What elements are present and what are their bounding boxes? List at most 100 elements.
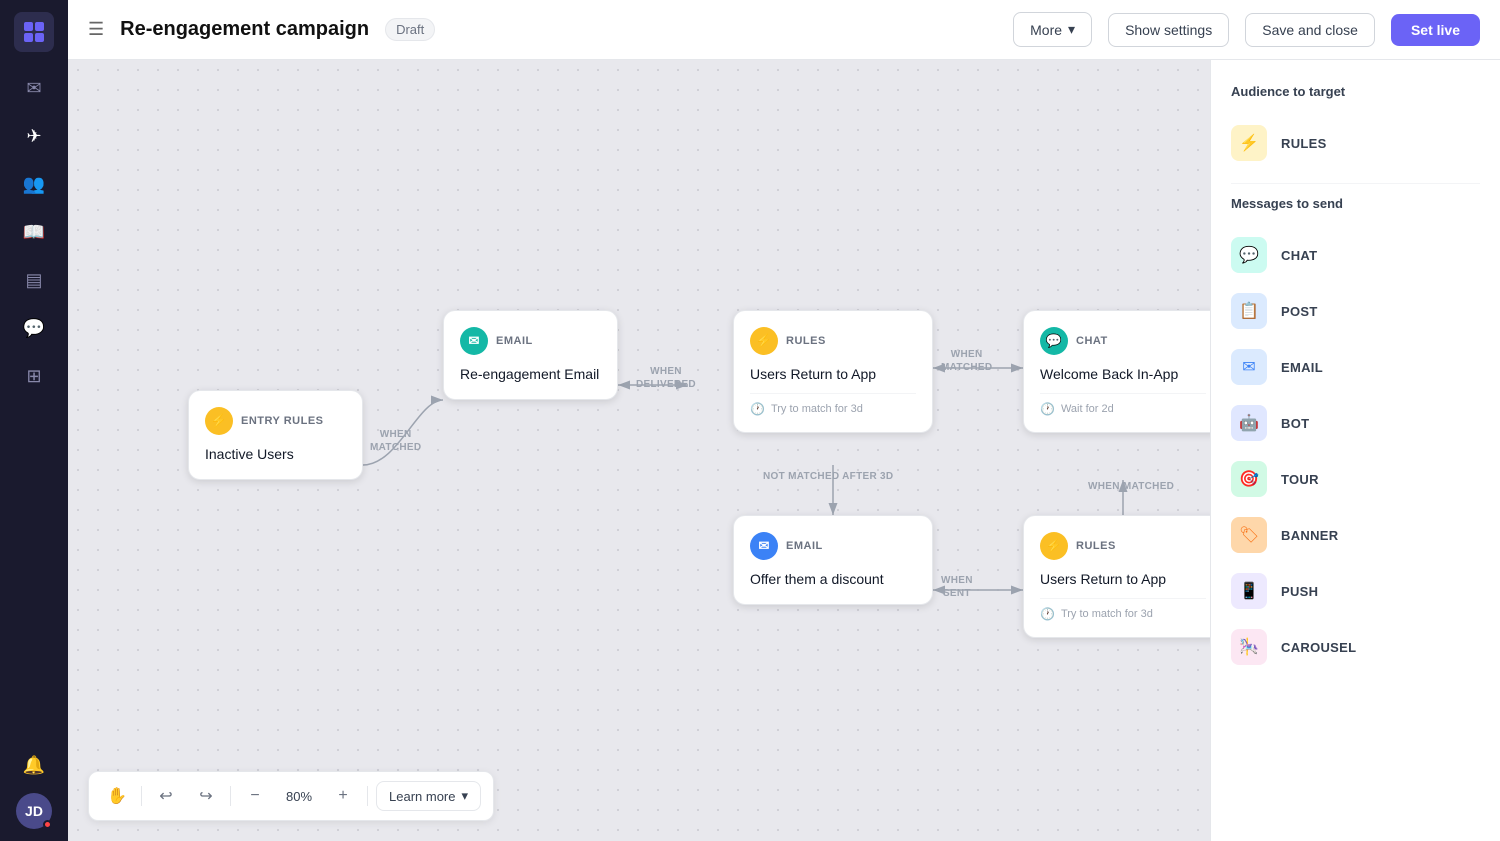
rules1-icon: ⚡	[750, 327, 778, 355]
push-panel-label: PUSH	[1281, 584, 1318, 599]
learn-more-button[interactable]: Learn more ▾	[376, 781, 481, 811]
sidebar-item-add-apps[interactable]: ⊞	[14, 356, 54, 396]
canvas[interactable]: ⚡ ENTRY RULES Inactive Users ✉ EMAIL Re-…	[68, 60, 1210, 841]
header: ☰ Re-engagement campaign Draft More ▾ Sh…	[68, 0, 1500, 60]
connector-when-matched-2: WHENMATCHED	[941, 348, 992, 374]
rules2-clock-icon: 🕐	[1040, 607, 1055, 621]
panel-item-push[interactable]: 📱 PUSH	[1231, 563, 1480, 619]
panel-item-post[interactable]: 📋 POST	[1231, 283, 1480, 339]
app-logo[interactable]	[14, 12, 54, 52]
rules1-footer: 🕐 Try to match for 3d	[750, 393, 916, 416]
connector-when-sent: WHENSENT	[941, 574, 973, 600]
panel-item-chat[interactable]: 💬 CHAT	[1231, 227, 1480, 283]
banner-panel-icon: 🏷	[1231, 517, 1267, 553]
rules1-title: Users Return to App	[750, 365, 916, 383]
entry-node-title: Inactive Users	[205, 445, 346, 463]
sidebar-item-inbox[interactable]: ✉	[14, 68, 54, 108]
email1-icon: ✉	[460, 327, 488, 355]
chat-icon: 💬	[1040, 327, 1068, 355]
chat-type: CHAT	[1076, 335, 1108, 347]
rules2-header: ⚡ RULES	[1040, 532, 1206, 560]
content-area: ⚡ ENTRY RULES Inactive Users ✉ EMAIL Re-…	[68, 60, 1500, 841]
bottom-toolbar: ✋ ↩ ↪ − 80% + Learn more ▾	[88, 771, 494, 821]
carousel-panel-label: CAROUSEL	[1281, 640, 1356, 655]
chat-node[interactable]: 💬 CHAT Welcome Back In-App 🕐 Wait for 2d	[1023, 310, 1210, 433]
sidebar: ✉ ✈ 👥 📖 ▤ 💬 ⊞ 🔔 JD	[0, 0, 68, 841]
tour-panel-icon: 🎯	[1231, 461, 1267, 497]
zoom-out-button[interactable]: −	[239, 780, 271, 812]
status-badge: Draft	[385, 18, 435, 41]
email-node-1[interactable]: ✉ EMAIL Re-engagement Email	[443, 310, 618, 400]
rules1-header: ⚡ RULES	[750, 327, 916, 355]
entry-node-type: ENTRY RULES	[241, 415, 324, 427]
post-panel-icon: 📋	[1231, 293, 1267, 329]
bot-panel-label: BOT	[1281, 416, 1309, 431]
redo-button[interactable]: ↪	[190, 780, 222, 812]
rules-node-1[interactable]: ⚡ RULES Users Return to App 🕐 Try to mat…	[733, 310, 933, 433]
connector-not-matched: NOT MATCHED AFTER 3D	[763, 470, 893, 483]
page-title: Re-engagement campaign	[120, 18, 369, 41]
tour-panel-label: TOUR	[1281, 472, 1319, 487]
chat-footer: 🕐 Wait for 2d	[1040, 393, 1206, 416]
rules2-title: Users Return to App	[1040, 570, 1206, 588]
panel-item-email[interactable]: ✉ EMAIL	[1231, 339, 1480, 395]
connector-when-matched-1: WHENMATCHED	[370, 428, 421, 454]
panel-divider	[1231, 183, 1480, 184]
entry-node[interactable]: ⚡ ENTRY RULES Inactive Users	[188, 390, 363, 480]
sidebar-item-campaigns[interactable]: ✈	[14, 116, 54, 156]
carousel-panel-icon: 🎠	[1231, 629, 1267, 665]
banner-panel-label: BANNER	[1281, 528, 1338, 543]
email-panel-icon: ✉	[1231, 349, 1267, 385]
panel-item-carousel[interactable]: 🎠 CAROUSEL	[1231, 619, 1480, 675]
connector-when-delivered: WHENDELIVERED	[636, 365, 696, 391]
email-node-2[interactable]: ✉ EMAIL Offer them a discount	[733, 515, 933, 605]
wait-clock-icon: 🕐	[1040, 402, 1055, 416]
audience-title: Audience to target	[1231, 84, 1480, 99]
panel-item-tour[interactable]: 🎯 TOUR	[1231, 451, 1480, 507]
rules-panel-icon: ⚡	[1231, 125, 1267, 161]
avatar[interactable]: JD	[16, 793, 52, 829]
panel-item-bot[interactable]: 🤖 BOT	[1231, 395, 1480, 451]
email2-header: ✉ EMAIL	[750, 532, 916, 560]
clock-icon: 🕐	[750, 402, 765, 416]
connector-when-matched-3: WHEN MATCHED	[1088, 480, 1174, 493]
messages-title: Messages to send	[1231, 196, 1480, 211]
toolbar-divider-1	[141, 786, 142, 806]
set-live-button[interactable]: Set live	[1391, 14, 1480, 46]
bot-panel-icon: 🤖	[1231, 405, 1267, 441]
rules-panel-label: RULES	[1281, 136, 1327, 151]
save-close-button[interactable]: Save and close	[1245, 13, 1375, 47]
sidebar-item-contacts[interactable]: 👥	[14, 164, 54, 204]
rules1-type: RULES	[786, 335, 826, 347]
rules2-type: RULES	[1076, 540, 1116, 552]
rules2-footer: 🕐 Try to match for 3d	[1040, 598, 1206, 621]
rules-node-2[interactable]: ⚡ RULES Users Return to App 🕐 Try to mat…	[1023, 515, 1210, 638]
avatar-initials: JD	[25, 803, 43, 819]
sidebar-item-knowledge[interactable]: 📖	[14, 212, 54, 252]
chat-title: Welcome Back In-App	[1040, 365, 1206, 383]
right-panel: Audience to target ⚡ RULES Messages to s…	[1210, 60, 1500, 841]
email1-type: EMAIL	[496, 335, 533, 347]
entry-node-header: ⚡ ENTRY RULES	[205, 407, 346, 435]
panel-item-rules[interactable]: ⚡ RULES	[1231, 115, 1480, 171]
undo-button[interactable]: ↩	[150, 780, 182, 812]
show-settings-button[interactable]: Show settings	[1108, 13, 1229, 47]
panel-item-banner[interactable]: 🏷 BANNER	[1231, 507, 1480, 563]
email2-icon: ✉	[750, 532, 778, 560]
zoom-in-button[interactable]: +	[327, 780, 359, 812]
hand-tool-button[interactable]: ✋	[101, 780, 133, 812]
entry-node-icon: ⚡	[205, 407, 233, 435]
menu-icon[interactable]: ☰	[88, 19, 104, 40]
learn-more-chevron-icon: ▾	[461, 788, 468, 804]
notification-dot	[43, 820, 52, 829]
email2-type: EMAIL	[786, 540, 823, 552]
post-panel-label: POST	[1281, 304, 1318, 319]
more-button[interactable]: More ▾	[1013, 12, 1092, 47]
email1-title: Re-engagement Email	[460, 365, 601, 383]
rules2-icon: ⚡	[1040, 532, 1068, 560]
sidebar-item-reports[interactable]: ▤	[14, 260, 54, 300]
sidebar-item-messages[interactable]: 💬	[14, 308, 54, 348]
sidebar-item-notifications[interactable]: 🔔	[14, 745, 54, 785]
email2-title: Offer them a discount	[750, 570, 916, 588]
chat-header: 💬 CHAT	[1040, 327, 1206, 355]
